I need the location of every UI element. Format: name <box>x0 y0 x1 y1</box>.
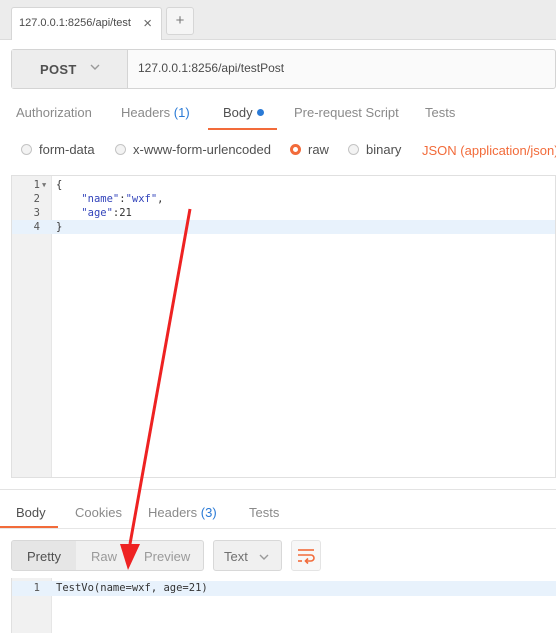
chevron-down-icon <box>90 64 100 70</box>
url-bar: POST <box>11 49 556 89</box>
response-tab-cookies[interactable]: Cookies <box>75 505 122 520</box>
line-number: 4 <box>33 221 40 233</box>
tab-headers-label: Headers <box>121 105 171 120</box>
line-number: 1 <box>33 179 40 191</box>
request-tabs: Authorization Headers (1) Body Pre-reque… <box>0 96 556 130</box>
code-line-current: 4 } <box>12 220 555 234</box>
body-type-selector: form-data x-www-form-urlencoded raw bina… <box>0 138 556 164</box>
code-text: "name":"wxf", <box>56 192 164 206</box>
request-tab-title: 127.0.0.1:8256/api/testPost <box>19 17 131 29</box>
response-line: 1 TestVo(name=wxf, age=21) <box>12 581 556 596</box>
code-text: } <box>56 221 63 233</box>
line-number: 1 <box>33 582 40 594</box>
tab-authorization-label: Authorization <box>16 105 92 120</box>
radio-raw[interactable]: raw <box>290 142 329 157</box>
url-input[interactable] <box>138 61 538 75</box>
tab-tests-label: Tests <box>425 105 456 120</box>
response-tab-tests[interactable]: Tests <box>249 505 279 520</box>
tab-strip: 127.0.0.1:8256/api/testPost × + <box>0 0 556 40</box>
radio-circle <box>115 144 126 155</box>
code-line: 3 "age":21 <box>12 206 555 220</box>
json-trail: , <box>157 193 164 205</box>
radio-form-data[interactable]: form-data <box>21 142 95 157</box>
radio-raw-label: raw <box>308 142 329 157</box>
response-tab-headers-label: Headers <box>148 505 198 520</box>
response-body-viewer[interactable]: 1 TestVo(name=wxf, age=21) <box>11 578 556 633</box>
view-mode-preview[interactable]: Preview <box>144 549 190 564</box>
content-type-select[interactable]: JSON (application/json) <box>422 143 556 158</box>
radio-circle-checked <box>290 144 301 155</box>
radio-binary-label: binary <box>366 142 402 157</box>
format-label: Text <box>224 549 248 564</box>
tab-headers[interactable]: Headers (1) <box>121 105 190 120</box>
response-tabs: Body Cookies Headers (3) Tests <box>0 497 556 529</box>
radio-circle <box>21 144 32 155</box>
fold-arrow-icon[interactable]: ▼ <box>42 178 46 192</box>
view-mode-group: Pretty Raw Preview <box>11 540 204 571</box>
plus-icon: + <box>175 12 185 29</box>
radio-form-data-label: form-data <box>39 142 95 157</box>
radio-urlencoded[interactable]: x-www-form-urlencoded <box>115 142 271 157</box>
code-text: "age":21 <box>56 206 132 220</box>
json-value: 21 <box>119 207 132 219</box>
headers-count: (1) <box>173 105 190 120</box>
method-label: POST <box>40 62 77 77</box>
view-mode-raw[interactable]: Raw <box>91 549 117 564</box>
word-wrap-button[interactable] <box>291 540 321 571</box>
json-key: "name" <box>81 193 120 205</box>
tab-prerequest-script[interactable]: Pre-request Script <box>294 105 399 120</box>
radio-circle <box>348 144 359 155</box>
request-body-editor[interactable]: 1 ▼ { 2 "name":"wxf", 3 "age":21 4 } <box>11 175 556 478</box>
tab-authorization[interactable]: Authorization <box>16 105 92 120</box>
line-number: 3 <box>33 207 40 219</box>
response-headers-count: (3) <box>200 505 217 520</box>
code-line: 2 "name":"wxf", <box>12 192 555 206</box>
new-tab-button[interactable]: + <box>166 7 194 35</box>
active-tab-underline <box>208 128 277 130</box>
radio-urlencoded-label: x-www-form-urlencoded <box>133 142 271 157</box>
word-wrap-icon <box>298 549 315 565</box>
view-mode-pretty[interactable]: Pretty <box>27 549 61 564</box>
response-tab-body[interactable]: Body <box>16 505 46 520</box>
request-tab[interactable]: 127.0.0.1:8256/api/testPost × <box>11 7 162 40</box>
response-tab-headers[interactable]: Headers (3) <box>148 505 217 520</box>
json-value: "wxf" <box>125 193 158 205</box>
response-divider <box>0 489 556 490</box>
tab-tests[interactable]: Tests <box>425 105 455 120</box>
tab-prerequest-label: Pre-request Script <box>294 105 399 120</box>
line-number: 2 <box>33 193 40 205</box>
chevron-down-icon <box>259 554 269 560</box>
code-text: { <box>56 179 63 191</box>
json-key: "age" <box>81 207 113 219</box>
close-icon[interactable]: × <box>143 16 152 31</box>
response-active-underline <box>0 526 58 528</box>
method-select[interactable]: POST <box>12 50 128 88</box>
format-select[interactable]: Text <box>213 540 282 571</box>
radio-binary[interactable]: binary <box>348 142 401 157</box>
tab-body[interactable]: Body <box>223 105 264 120</box>
response-text: TestVo(name=wxf, age=21) <box>56 582 208 594</box>
tab-body-label: Body <box>223 105 253 120</box>
code-line: 1 ▼ { <box>12 178 555 192</box>
body-indicator-dot <box>256 109 264 116</box>
